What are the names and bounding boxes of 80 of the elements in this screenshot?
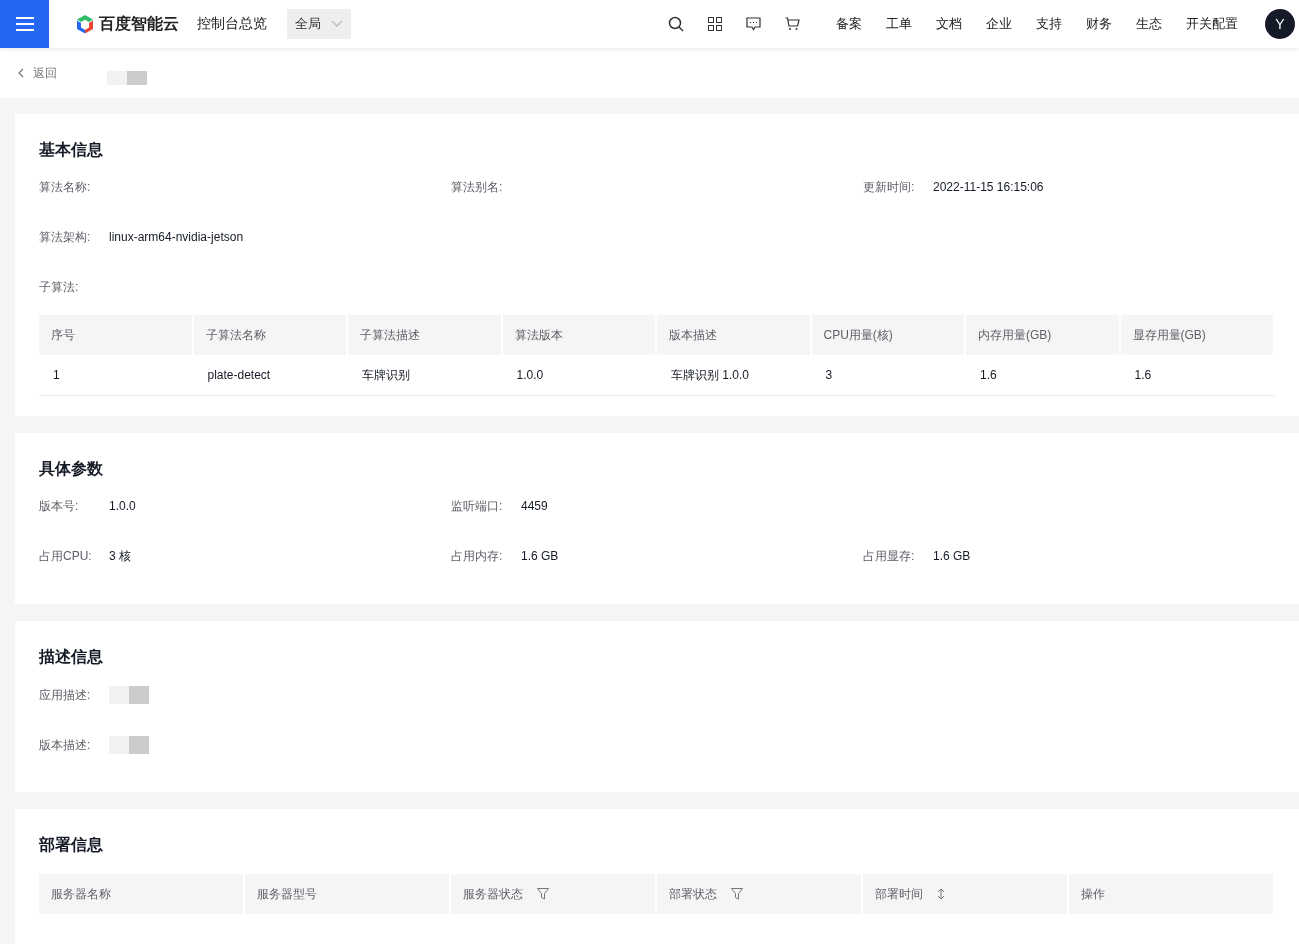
filter-icon[interactable] — [537, 888, 549, 900]
column-label: 服务器名称 — [51, 885, 111, 903]
cart-icon — [785, 17, 800, 31]
column-label: 服务器型号 — [257, 885, 317, 903]
field-value: 1.6 GB — [933, 549, 971, 563]
field-label: 占用内存: — [451, 547, 504, 565]
field-label: 占用显存: — [863, 547, 916, 565]
nav-link[interactable]: 企业 — [986, 15, 1012, 33]
column-header[interactable]: 部署状态 — [657, 874, 863, 914]
column-header: 算法版本 — [502, 315, 657, 355]
table-cell: plate-detect — [193, 355, 348, 396]
nav-link[interactable]: 支持 — [1036, 15, 1062, 33]
field-value: linux-arm64-nvidia-jetson — [109, 230, 244, 244]
section-title: 具体参数 — [39, 459, 104, 479]
column-header: 版本描述 — [657, 315, 812, 355]
column-label: 部署时间 — [875, 885, 923, 903]
nav-link[interactable]: 备案 — [836, 15, 862, 33]
table-cell: 1 — [39, 355, 194, 396]
chevron-down-icon — [331, 20, 343, 28]
column-header: CPU用量(核) — [811, 315, 966, 355]
filter-icon[interactable] — [731, 888, 743, 900]
menu-button[interactable] — [0, 0, 49, 48]
field-value: 2022-11-15 16:15:06 — [933, 180, 1044, 194]
field-label: 子算法: — [39, 278, 80, 296]
redacted-block — [107, 71, 147, 85]
table-cell: 1.0.0 — [502, 355, 657, 396]
field-label: 更新时间: — [863, 178, 916, 196]
table-cell: 1.6 — [1120, 355, 1275, 396]
brand-name: 百度智能云 — [99, 13, 179, 34]
redacted-block — [109, 686, 149, 704]
field-value: 4459 — [521, 499, 548, 513]
chevron-left-icon — [18, 68, 24, 78]
column-header: 显存用量(GB) — [1120, 315, 1275, 355]
column-header: 序号 — [39, 315, 194, 355]
field-label: 监听端口: — [451, 497, 504, 515]
nav-link[interactable]: 文档 — [936, 15, 962, 33]
table-cell: 3 — [811, 355, 966, 396]
redacted-block — [109, 736, 149, 754]
column-header: 内存用量(GB) — [966, 315, 1121, 355]
nav-link[interactable]: 生态 — [1136, 15, 1162, 33]
sort-icon[interactable] — [937, 888, 945, 900]
column-header: 子算法名称 — [193, 315, 348, 355]
field-label: 算法名称: — [39, 178, 92, 196]
message-icon — [746, 17, 761, 31]
field-value: 3 核 — [109, 547, 131, 565]
console-link[interactable]: 控制台总览 — [197, 15, 267, 33]
field-label: 算法别名: — [451, 178, 504, 196]
column-header: 子算法描述 — [348, 315, 503, 355]
search-icon — [668, 16, 684, 32]
field-value: 1.0.0 — [109, 499, 136, 513]
user-avatar[interactable]: Y — [1265, 9, 1295, 39]
back-link[interactable]: 返回 — [18, 64, 57, 82]
section-title: 基本信息 — [39, 140, 104, 160]
grid-icon — [708, 17, 722, 31]
nav-link[interactable]: 工单 — [886, 15, 912, 33]
column-header[interactable]: 服务器状态 — [451, 874, 657, 914]
message-button[interactable] — [746, 17, 761, 31]
cart-button[interactable] — [785, 17, 800, 31]
column-label: 服务器状态 — [463, 885, 523, 903]
nav-link[interactable]: 财务 — [1086, 15, 1112, 33]
region-dropdown[interactable]: 全局 — [287, 9, 351, 39]
search-button[interactable] — [668, 16, 684, 32]
table-cell: 车牌识别 1.0.0 — [657, 355, 812, 396]
section-title: 描述信息 — [39, 647, 104, 667]
field-label: 算法架构: — [39, 228, 92, 246]
table-cell: 1.6 — [966, 355, 1121, 396]
field-value: 1.6 GB — [521, 549, 559, 563]
section-title: 部署信息 — [39, 835, 104, 855]
hexagon-logo-icon — [75, 14, 95, 34]
nav-link[interactable]: 开关配置 — [1186, 15, 1238, 33]
field-label: 版本描述: — [39, 736, 92, 754]
menu-icon — [15, 17, 34, 31]
column-header[interactable]: 部署时间 — [863, 874, 1069, 914]
field-label: 占用CPU: — [39, 547, 93, 565]
field-label: 版本号: — [39, 497, 80, 515]
column-label: 操作 — [1081, 885, 1105, 903]
grid-button[interactable] — [708, 17, 722, 31]
table-cell: 车牌识别 — [348, 355, 503, 396]
field-label: 应用描述: — [39, 686, 92, 704]
column-label: 部署状态 — [669, 885, 717, 903]
